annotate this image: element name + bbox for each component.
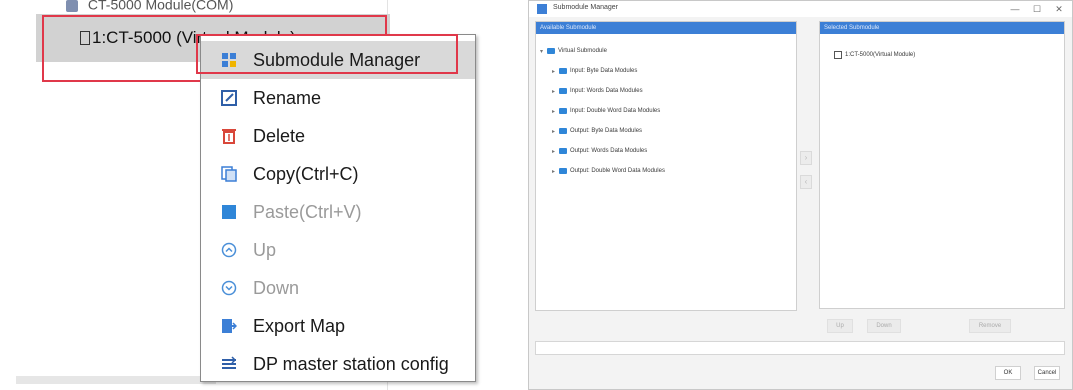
folder-icon — [559, 168, 567, 174]
module-icon — [66, 0, 78, 12]
menu-item-dp-master-config[interactable]: DP master station config — [201, 345, 475, 383]
delete-icon — [219, 126, 239, 146]
menu-item-label: Rename — [253, 87, 322, 108]
down-icon — [219, 278, 239, 298]
expand-arrow-icon: ▸ — [552, 88, 556, 95]
down-button[interactable]: Down — [867, 319, 901, 333]
context-menu: Submodule Manager Rename Delete Copy(Ctr… — [200, 34, 476, 382]
expand-arrow-icon: ▸ — [552, 148, 556, 155]
selected-submodule-pane: Selected Submodule 1:CT-5000(Virtual Mod… — [819, 21, 1065, 309]
menu-item-label: Paste(Ctrl+V) — [253, 201, 362, 222]
submodule-manager-dialog: Submodule Manager — ☐ ✕ Available Submod… — [528, 0, 1073, 390]
tree-item-label: Output: Byte Data Modules — [570, 128, 643, 134]
tree-item-output-double-word[interactable]: ▸ Output: Double Word Data Modules — [552, 166, 665, 176]
menu-item-down[interactable]: Down — [201, 269, 475, 307]
copy-icon — [219, 164, 239, 184]
tree-root-virtual-submodule[interactable]: ▾ Virtual Submodule — [540, 46, 607, 56]
remove-button[interactable]: Remove — [969, 319, 1011, 333]
close-button[interactable]: ✕ — [1051, 2, 1067, 16]
menu-item-label: Up — [253, 239, 277, 260]
dp-config-icon — [219, 354, 239, 374]
folder-icon — [547, 48, 555, 54]
dialog-titlebar[interactable]: Submodule Manager — ☐ ✕ — [529, 1, 1072, 17]
cancel-button[interactable]: Cancel — [1034, 366, 1060, 380]
folder-icon — [559, 128, 567, 134]
menu-item-label: Copy(Ctrl+C) — [253, 163, 359, 184]
transfer-buttons: › ‹ — [800, 151, 814, 199]
dialog-title: Submodule Manager — [553, 4, 618, 11]
tree-node-parent[interactable]: CT-5000 Module(COM) — [66, 0, 386, 14]
tree-item-label: Output: Words Data Modules — [570, 148, 648, 154]
up-button[interactable]: Up — [827, 319, 853, 333]
available-submodule-pane: Available Submodule ▾ Virtual Submodule … — [535, 21, 797, 311]
menu-item-rename[interactable]: Rename — [201, 79, 475, 117]
expand-arrow-icon: ▸ — [552, 108, 556, 115]
tree-context-panel: CT-5000 Module(COM) 1:CT-5000 (Virtual M… — [0, 0, 508, 390]
status-bar — [535, 341, 1065, 355]
maximize-button[interactable]: ☐ — [1029, 2, 1045, 16]
paste-icon — [219, 202, 239, 222]
available-submodule-header: Available Submodule — [536, 22, 796, 34]
tree-item-input-words[interactable]: ▸ Input: Words Data Modules — [552, 86, 643, 96]
tree-item-output-byte[interactable]: ▸ Output: Byte Data Modules — [552, 126, 642, 136]
menu-item-paste[interactable]: Paste(Ctrl+V) — [201, 193, 475, 231]
menu-item-up[interactable]: Up — [201, 231, 475, 269]
menu-item-delete[interactable]: Delete — [201, 117, 475, 155]
menu-item-export-map[interactable]: Export Map — [201, 307, 475, 345]
tree-item-label: Input: Byte Data Modules — [570, 68, 638, 74]
module-icon — [834, 51, 842, 59]
tree-item-output-words[interactable]: ▸ Output: Words Data Modules — [552, 146, 647, 156]
selected-item-label: 1:CT-5000(Virtual Module) — [845, 52, 916, 58]
folder-icon — [559, 108, 567, 114]
folder-icon — [559, 88, 567, 94]
tree-item-label: Output: Double Word Data Modules — [570, 168, 665, 174]
remove-arrow-icon[interactable]: ‹ — [800, 175, 812, 189]
tree-item-label: Input: Double Word Data Modules — [570, 108, 661, 114]
tree-item-input-double-word[interactable]: ▸ Input: Double Word Data Modules — [552, 106, 660, 116]
annotation-highlight-menu-item — [196, 34, 458, 74]
ok-button[interactable]: OK — [995, 366, 1021, 380]
tree-item-input-byte[interactable]: ▸ Input: Byte Data Modules — [552, 66, 637, 76]
add-arrow-icon[interactable]: › — [800, 151, 812, 165]
selected-item[interactable]: 1:CT-5000(Virtual Module) — [834, 50, 915, 60]
rename-icon — [219, 88, 239, 108]
up-icon — [219, 240, 239, 260]
collapse-arrow-icon: ▾ — [540, 48, 544, 55]
horizontal-scrollbar[interactable] — [16, 376, 216, 384]
selected-submodule-header: Selected Submodule — [820, 22, 1064, 34]
expand-arrow-icon: ▸ — [552, 68, 556, 75]
menu-item-label: Export Map — [253, 315, 346, 336]
folder-icon — [559, 148, 567, 154]
app-icon — [537, 4, 547, 14]
folder-icon — [559, 68, 567, 74]
expand-arrow-icon: ▸ — [552, 128, 556, 135]
expand-arrow-icon: ▸ — [552, 168, 556, 175]
tree-root-label: Virtual Submodule — [558, 48, 607, 54]
minimize-button[interactable]: — — [1007, 2, 1023, 16]
tree-item-label: Input: Words Data Modules — [570, 88, 643, 94]
menu-item-copy[interactable]: Copy(Ctrl+C) — [201, 155, 475, 193]
menu-item-label: DP master station config — [253, 353, 449, 374]
menu-item-label: Down — [253, 277, 300, 298]
tree-node-parent-label: CT-5000 Module(COM) — [87, 0, 234, 13]
menu-item-label: Delete — [253, 125, 306, 146]
export-icon — [219, 316, 239, 336]
